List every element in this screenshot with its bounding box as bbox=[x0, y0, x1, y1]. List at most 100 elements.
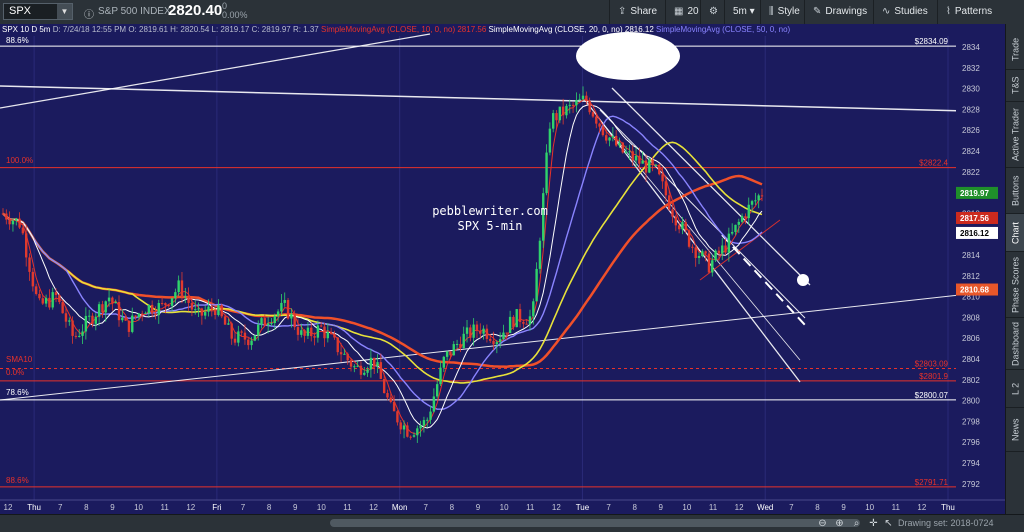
fib-label-fib-886-top: 88.6% bbox=[6, 36, 29, 45]
symbol-dropdown-icon[interactable]: ▼ bbox=[57, 4, 72, 19]
candle-body bbox=[34, 286, 38, 294]
candle-body bbox=[124, 317, 127, 321]
candle-body bbox=[306, 327, 310, 336]
crosshair-icon[interactable]: ✛ bbox=[866, 516, 881, 531]
zoom-in-icon[interactable]: ⊕ bbox=[832, 516, 847, 531]
sidebar-tab-phase-scores[interactable]: Phase Scores bbox=[1006, 252, 1024, 318]
candle-body bbox=[535, 268, 538, 302]
candle-body bbox=[213, 309, 217, 316]
candle-body bbox=[489, 338, 492, 341]
candle-body bbox=[538, 240, 542, 269]
candle-body bbox=[760, 195, 764, 197]
sma20-study-label[interactable]: SimpleMovingAvg (CLOSE, 20, 0, no) bbox=[489, 25, 623, 34]
candle-body bbox=[611, 135, 615, 138]
candle-body bbox=[737, 221, 740, 225]
label-2801: $2801.9 bbox=[919, 372, 948, 381]
grid-button[interactable]: ▦ 20 bbox=[665, 0, 700, 24]
candle-body bbox=[316, 325, 320, 338]
sidebar-tab-chart[interactable]: Chart bbox=[1006, 214, 1024, 252]
candle-body bbox=[396, 411, 399, 423]
zoom-out-icon[interactable]: ⊖ bbox=[815, 516, 830, 531]
grid-icon: ▦ bbox=[674, 6, 684, 17]
sma10-study-label[interactable]: SimpleMovingAvg (CLOSE, 10, 0, no) bbox=[321, 25, 455, 34]
candle-body bbox=[525, 323, 528, 325]
sidebar-tab-l-2[interactable]: L 2 bbox=[1006, 370, 1024, 408]
candle-body bbox=[81, 331, 84, 336]
candle-body bbox=[435, 384, 439, 397]
target-ellipse bbox=[576, 32, 680, 80]
style-button[interactable]: ⫼ Style bbox=[760, 0, 804, 24]
pointer-icon[interactable]: ↖ bbox=[881, 516, 896, 531]
drawings-button[interactable]: ✎ Drawings bbox=[804, 0, 873, 24]
candle-body bbox=[240, 331, 243, 333]
price-tick: 2832 bbox=[962, 64, 980, 73]
candle-body bbox=[465, 327, 469, 334]
candle-body bbox=[532, 301, 535, 317]
candle-body bbox=[283, 299, 286, 303]
price-tick: 2828 bbox=[962, 105, 980, 114]
candle-body bbox=[485, 328, 489, 339]
price-chart[interactable]: pebblewriter.comSPX 5-min88.6%100.0%SMA1… bbox=[0, 24, 1024, 514]
candle-body bbox=[379, 362, 383, 379]
candle-body bbox=[290, 313, 293, 319]
sidebar-tab-t-s[interactable]: T&S bbox=[1006, 70, 1024, 102]
candle-body bbox=[121, 317, 124, 321]
price-tick: 2800 bbox=[962, 397, 980, 406]
candle-body bbox=[747, 204, 750, 219]
patterns-button[interactable]: ⌇ Patterns bbox=[937, 0, 1003, 24]
drawing-set-label[interactable]: Drawing set: 2018-0724 bbox=[898, 518, 994, 528]
label-2800: $2800.07 bbox=[915, 391, 949, 400]
symbol-input[interactable]: SPX ▼ bbox=[3, 3, 73, 20]
time-scrollbar[interactable] bbox=[330, 519, 860, 527]
candle-body bbox=[502, 332, 505, 340]
candle-body bbox=[170, 298, 174, 306]
share-button[interactable]: ⇪ Share bbox=[609, 0, 665, 24]
candle-body bbox=[167, 305, 170, 307]
candle-body bbox=[78, 335, 81, 337]
studies-button-label: Studies bbox=[894, 6, 928, 17]
candle-body bbox=[624, 151, 628, 153]
studies-button[interactable]: ∿ Studies bbox=[873, 0, 937, 24]
time-tick: 12 bbox=[186, 503, 195, 512]
sidebar-tab-buttons[interactable]: Buttons bbox=[1006, 168, 1024, 214]
candle-body bbox=[469, 327, 472, 338]
pencil-icon: ✎ bbox=[813, 6, 822, 17]
candle-body bbox=[406, 425, 409, 437]
candle-body bbox=[754, 200, 757, 202]
tag-sma20: 2816.12 bbox=[960, 229, 989, 238]
candle-body bbox=[730, 231, 734, 234]
magnifier-icon[interactable]: ⌕ bbox=[849, 516, 864, 531]
candle-body bbox=[280, 302, 283, 312]
time-tick: 9 bbox=[293, 503, 298, 512]
candle-body bbox=[561, 106, 565, 116]
candle-body bbox=[329, 331, 333, 335]
candle-body bbox=[409, 436, 412, 438]
candle-body bbox=[349, 360, 353, 367]
candle-body bbox=[671, 209, 674, 217]
candle-body bbox=[578, 99, 581, 101]
candle-body bbox=[744, 216, 747, 219]
sidebar-tab-active-trader[interactable]: Active Trader bbox=[1006, 102, 1024, 168]
settings-button[interactable]: ⚙ bbox=[700, 0, 724, 24]
candle-body bbox=[263, 318, 267, 326]
candle-body bbox=[343, 353, 346, 355]
bar-date: D: 7/24/18 12:55 PM bbox=[52, 25, 127, 34]
time-tick: 9 bbox=[841, 503, 846, 512]
sidebar-tab-trade[interactable]: Trade bbox=[1006, 30, 1024, 70]
sma50-study-label[interactable]: SimpleMovingAvg (CLOSE, 50, 0, no) bbox=[656, 25, 790, 34]
candle-body bbox=[605, 135, 608, 141]
candle-body bbox=[462, 333, 465, 349]
info-icon[interactable]: ⓘ bbox=[84, 6, 94, 21]
candle-body bbox=[366, 369, 369, 373]
candle-body bbox=[717, 250, 721, 254]
time-tick: 7 bbox=[241, 503, 246, 512]
candle-body bbox=[210, 306, 214, 310]
time-tick: 12 bbox=[4, 503, 13, 512]
sidebar-tab-news[interactable]: News bbox=[1006, 408, 1024, 452]
timeframe-button[interactable]: 5m ▾ bbox=[724, 0, 760, 24]
candle-body bbox=[260, 318, 263, 325]
candle-body bbox=[721, 245, 724, 254]
candle-body bbox=[750, 201, 754, 205]
sidebar-tab-dashboard[interactable]: Dashboard bbox=[1006, 318, 1024, 370]
candle-body bbox=[141, 313, 144, 315]
